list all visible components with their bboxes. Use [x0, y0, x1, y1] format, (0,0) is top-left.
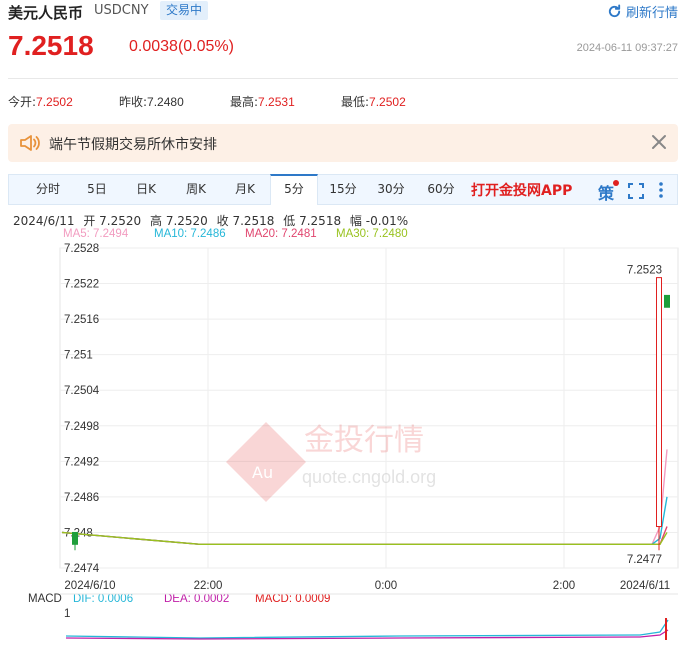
stat-prev-close: 昨收:7.2480	[119, 95, 184, 109]
ma-line-ma10	[61, 496, 668, 545]
y-tick-label: 7.2528	[64, 243, 99, 255]
period-tabs: 分时 5日 日K 周K 月K 5分 15分 30分 60分 打开金投网APP 策	[8, 174, 678, 205]
x-tick-label: 2024/6/10	[64, 580, 115, 590]
tab-daily-k[interactable]: 日K	[121, 175, 171, 204]
macd-axis-tick: 1	[64, 608, 70, 620]
macd-dif-line	[65, 619, 669, 639]
stat-open: 今开:7.2502	[8, 95, 73, 109]
y-tick-label: 7.2516	[64, 314, 99, 326]
strategy-label: 策	[598, 184, 615, 203]
watermark-badge: Au	[252, 463, 273, 482]
y-tick-label: 7.2504	[64, 385, 100, 397]
macd-chart: 1	[60, 593, 678, 640]
tab-60min[interactable]: 60分	[416, 175, 466, 204]
ohlc-date: 2024/6/11	[13, 214, 75, 228]
stat-high: 最高:7.2531	[230, 95, 295, 109]
watermark-cn: 金投行情	[304, 423, 424, 458]
y-tick-label: 7.251	[64, 350, 93, 362]
tab-5day[interactable]: 5日	[73, 175, 121, 204]
x-tick-label: 22:00	[194, 580, 223, 590]
divider	[8, 78, 678, 79]
max-annotation: 7.2523	[627, 265, 662, 277]
header: 美元人民币 USDCNY 交易中 刷新行情	[0, 0, 684, 22]
fullscreen-icon[interactable]	[627, 181, 645, 201]
ohlc-low: 低 7.2518	[283, 214, 342, 228]
stat-low: 最低:7.2502	[341, 95, 406, 109]
tab-15min[interactable]: 15分	[320, 175, 366, 204]
ohlc-info: 2024/6/11 开 7.2520 高 7.2520 收 7.2518 低 7…	[13, 212, 413, 229]
x-tick-label: 2:00	[553, 580, 575, 590]
ohlc-high: 高 7.2520	[150, 214, 208, 228]
y-tick-label: 7.2492	[64, 456, 99, 468]
refresh-label: 刷新行情	[625, 5, 678, 21]
tab-30min[interactable]: 30分	[366, 175, 416, 204]
speaker-icon	[20, 135, 40, 151]
y-tick-label: 7.2474	[64, 563, 100, 575]
holiday-notice[interactable]: 端午节假期交易所休市安排	[8, 124, 678, 162]
open-app-link[interactable]: 打开金投网APP	[471, 180, 572, 200]
strategy-button[interactable]: 策	[598, 180, 619, 203]
ma-line-ma30	[61, 531, 668, 545]
min-annotation: 7.2477	[627, 554, 662, 566]
notice-text: 端午节假期交易所休市安排	[49, 137, 217, 153]
last-price: 7.2518	[8, 30, 94, 61]
red-dot-icon	[613, 180, 619, 186]
refresh-button[interactable]: 刷新行情	[607, 1, 678, 21]
watermark-url: quote.cngold.org	[302, 467, 436, 487]
candle-body	[664, 294, 670, 308]
more-icon[interactable]	[657, 180, 665, 200]
tab-monthly-k[interactable]: 月K	[221, 175, 269, 204]
ohlc-close: 收 7.2518	[216, 214, 275, 228]
stats-row: 今开:7.2502 昨收:7.2480 最高:7.2531 最低:7.2502	[0, 93, 684, 109]
tab-weekly-k[interactable]: 周K	[171, 175, 221, 204]
y-tick-label: 7.2486	[64, 492, 99, 504]
quote-timestamp: 2024-06-11 09:37:27	[576, 42, 678, 54]
x-tick-label: 2024/6/11	[620, 580, 670, 590]
y-tick-label: 7.2498	[64, 421, 99, 433]
candle-body	[656, 277, 662, 528]
tab-5min[interactable]: 5分	[270, 174, 318, 205]
refresh-icon	[608, 3, 621, 17]
tab-timeshare[interactable]: 分时	[23, 175, 73, 204]
watermark: Au 金投行情 quote.cngold.org	[226, 422, 436, 502]
candle-body	[72, 531, 78, 545]
close-icon[interactable]	[650, 133, 668, 151]
kline-chart[interactable]: 7.2528 7.2522 7.2516 7.251 7.2504 7.2498 7.249…	[0, 236, 684, 590]
ohlc-amplitude: 幅 -0.01%	[349, 214, 409, 228]
trading-status-badge: 交易中	[160, 1, 209, 20]
quote-block: 7.2518 0.0038(0.05%) 2024-06-11 09:37:27	[0, 30, 684, 68]
x-tick-label: 0:00	[375, 580, 397, 590]
y-tick-label: 7.2522	[64, 279, 99, 291]
price-change: 0.0038(0.05%)	[129, 38, 234, 55]
watermark-logo-icon	[226, 422, 306, 502]
plot-frame	[59, 247, 679, 569]
ohlc-open: 开 7.2520	[83, 214, 142, 228]
instrument-code: USDCNY	[94, 3, 149, 18]
instrument-name: 美元人民币	[8, 4, 84, 22]
ma-line-ma20	[61, 526, 668, 545]
